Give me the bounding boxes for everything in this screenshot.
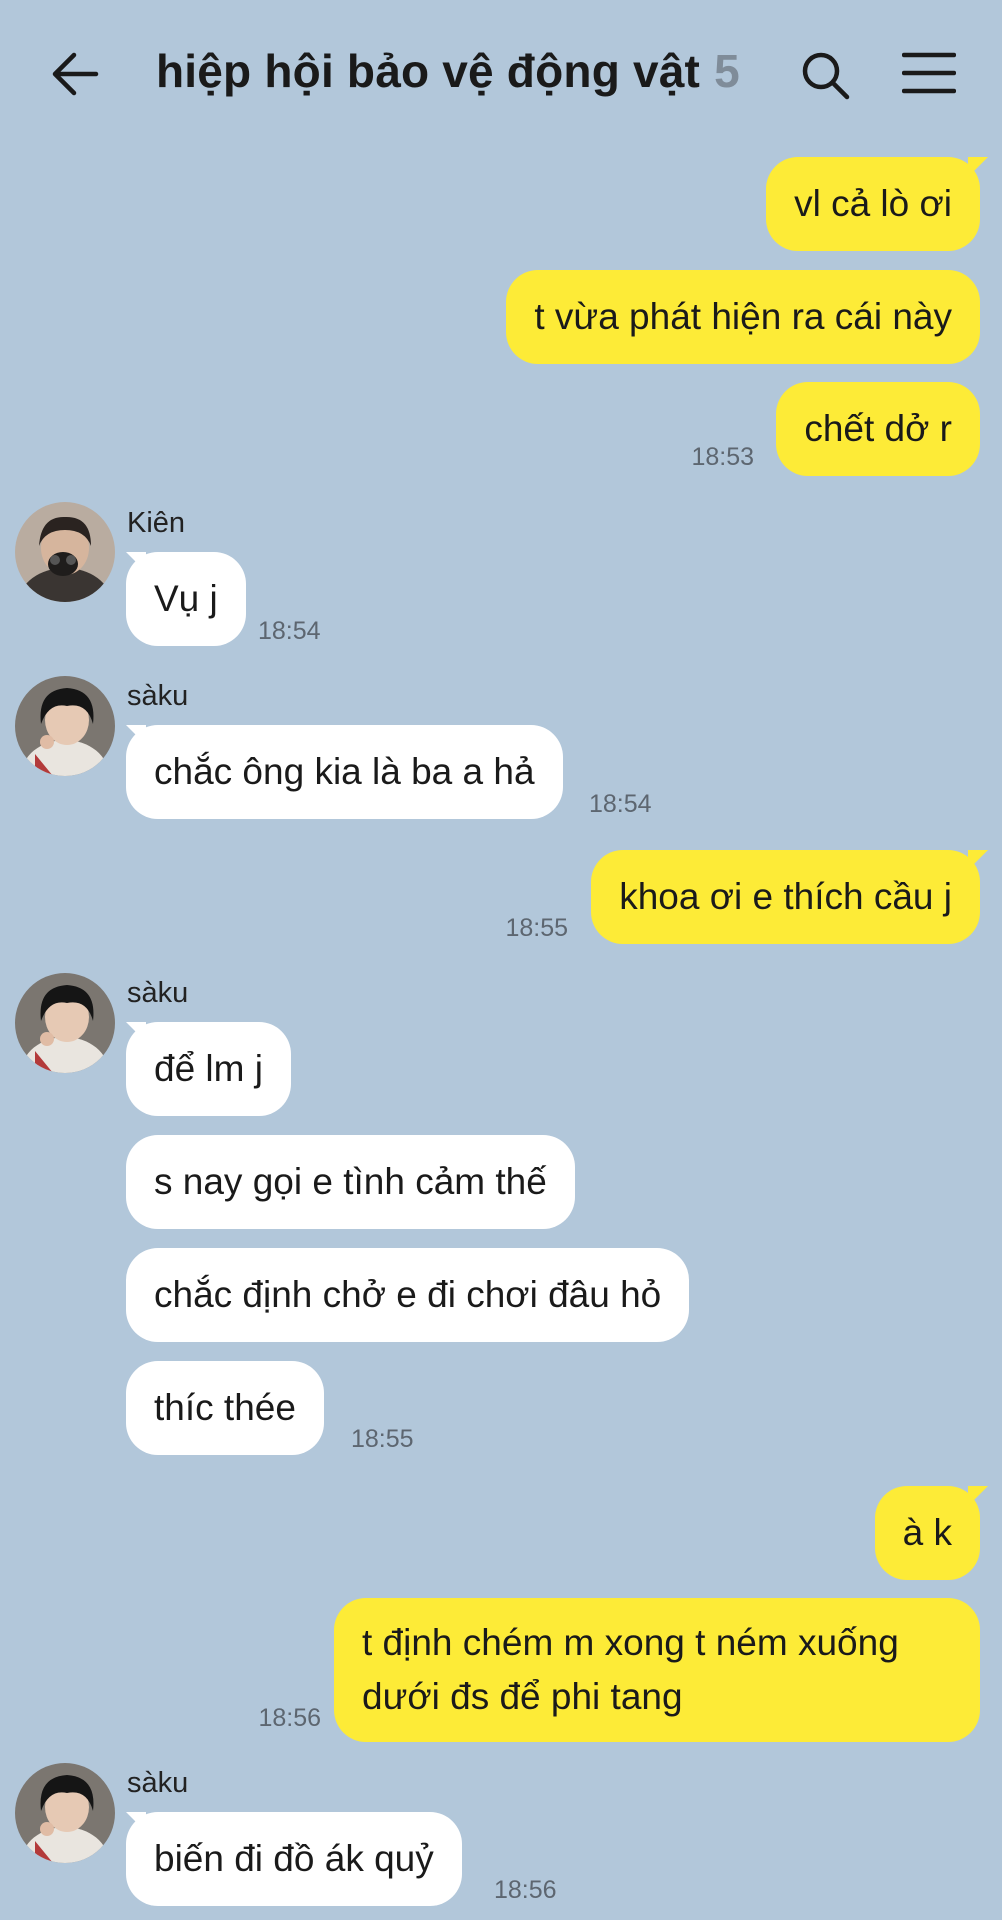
- message-text: chắc định chở e đi chơi đâu hỏ: [154, 1274, 662, 1315]
- group-name: hiệp hội bảo vệ động vật: [156, 45, 701, 97]
- message-text: thíc thée: [154, 1387, 296, 1428]
- message-text: t vừa phát hiện ra cái này: [534, 296, 952, 337]
- incoming-message[interactable]: biến đi đồ ák quỷ: [126, 1812, 462, 1906]
- avatar-saku[interactable]: [15, 1763, 115, 1863]
- bubble-tail: [968, 850, 988, 870]
- outgoing-message[interactable]: khoa ơi e thích cầu j: [591, 850, 980, 944]
- back-button[interactable]: [48, 47, 102, 101]
- outgoing-message[interactable]: vl cả lò ơi: [766, 157, 980, 251]
- sender-name: sàku: [127, 977, 189, 1009]
- avatar-kien[interactable]: [15, 502, 115, 602]
- message-text: à k: [902, 1512, 952, 1553]
- bubble-tail: [968, 157, 988, 177]
- incoming-message[interactable]: chắc ông kia là ba a hả: [126, 725, 563, 819]
- message-text: khoa ơi e thích cầu j: [619, 876, 952, 917]
- arrow-left-icon: [52, 52, 99, 96]
- message-text: Vụ j: [154, 578, 218, 619]
- message-text: s nay gọi e tình cảm thế: [154, 1161, 547, 1202]
- message-text: để lm j: [154, 1048, 263, 1089]
- incoming-message[interactable]: s nay gọi e tình cảm thế: [126, 1135, 575, 1229]
- member-count: 5: [714, 45, 740, 97]
- menu-button[interactable]: [901, 50, 957, 96]
- sender-name: sàku: [127, 680, 189, 712]
- incoming-message[interactable]: thíc thée: [126, 1361, 324, 1455]
- avatar-image: [15, 1763, 115, 1863]
- message-text: vl cả lò ơi: [794, 183, 952, 224]
- hamburger-menu-icon: [901, 52, 957, 94]
- sender-name: Kiên: [127, 507, 186, 539]
- message-timestamp: 18:53: [691, 443, 754, 471]
- message-text: t định chém m xong t ném xuống dưới đs đ…: [362, 1622, 899, 1717]
- message-timestamp: 18:56: [494, 1876, 557, 1904]
- outgoing-message[interactable]: t định chém m xong t ném xuống dưới đs đ…: [334, 1598, 980, 1742]
- avatar-saku[interactable]: [15, 676, 115, 776]
- message-timestamp: 18:54: [258, 617, 321, 645]
- bubble-tail: [968, 1486, 988, 1506]
- chat-title[interactable]: hiệp hội bảo vệ động vật 5: [156, 44, 740, 98]
- incoming-message[interactable]: chắc định chở e đi chơi đâu hỏ: [126, 1248, 690, 1342]
- avatar-image: [15, 502, 115, 602]
- outgoing-message[interactable]: à k: [874, 1486, 980, 1580]
- message-text: chắc ông kia là ba a hả: [154, 751, 535, 792]
- avatar-saku[interactable]: [15, 973, 115, 1073]
- incoming-message[interactable]: để lm j: [126, 1022, 291, 1116]
- message-timestamp: 18:55: [505, 914, 568, 942]
- outgoing-message[interactable]: chết dở r: [776, 382, 980, 476]
- message-text: chết dở r: [804, 408, 952, 449]
- message-text: biến đi đồ ák quỷ: [154, 1838, 434, 1879]
- search-button[interactable]: [798, 48, 852, 102]
- search-icon: [802, 52, 850, 100]
- avatar-image: [15, 973, 115, 1073]
- avatar-image: [15, 676, 115, 776]
- message-timestamp: 18:55: [351, 1425, 414, 1453]
- sender-name: sàku: [127, 1767, 189, 1799]
- message-timestamp: 18:54: [589, 790, 652, 818]
- outgoing-message[interactable]: t vừa phát hiện ra cái này: [506, 270, 980, 364]
- chat-header: hiệp hội bảo vệ động vật 5: [0, 0, 1002, 150]
- message-timestamp: 18:56: [258, 1704, 321, 1732]
